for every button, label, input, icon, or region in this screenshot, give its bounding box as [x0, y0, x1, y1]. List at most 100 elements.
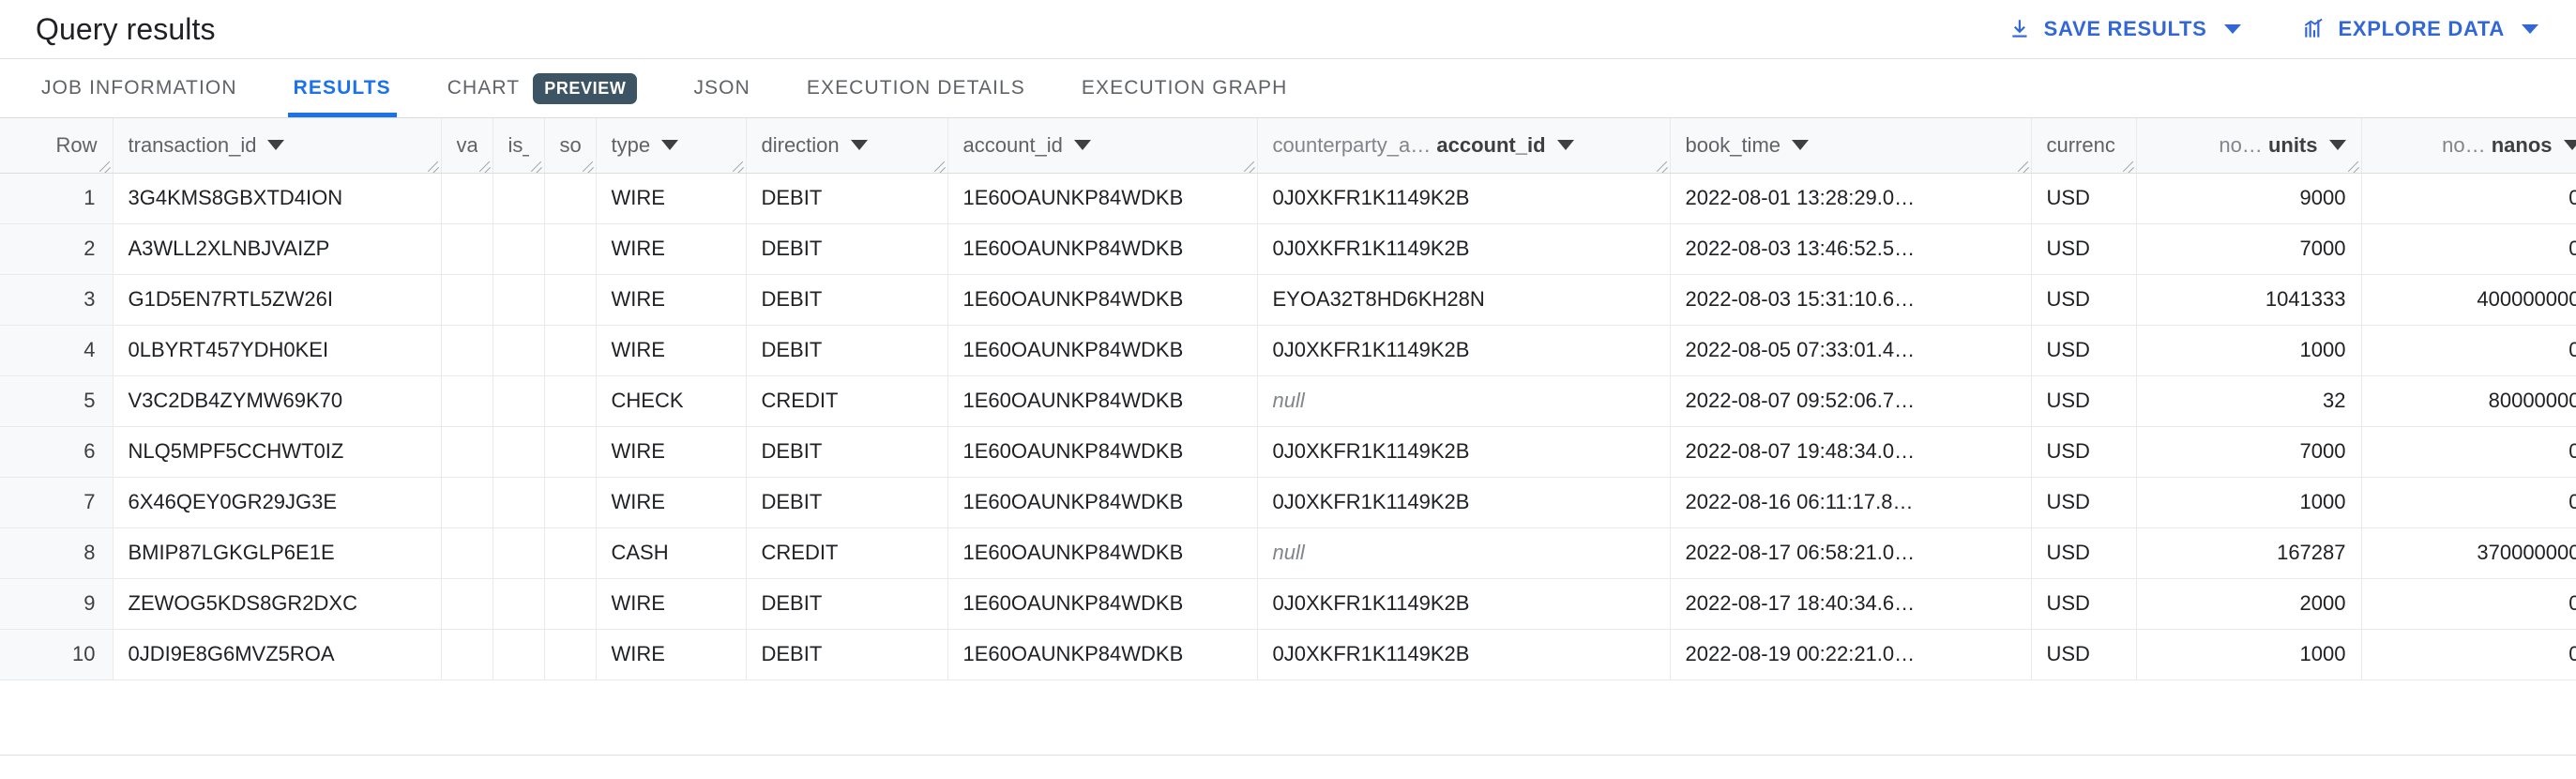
cell-book_time: 2022-08-01 13:28:29.0…	[1670, 173, 2032, 224]
table-row[interactable]: 5 V3C2DB4ZYMW69K70 CHECK CREDIT 1E60OAUNKP84…	[0, 375, 2576, 427]
tab-results[interactable]: RESULTS	[265, 59, 419, 117]
cell-nanos: 0	[2361, 325, 2576, 376]
sort-chevron-down-icon[interactable]	[2563, 140, 2576, 151]
cell-transaction_id: ZEWOG5KDS8GR2DXC	[113, 578, 442, 630]
sort-chevron-down-icon[interactable]	[661, 140, 679, 151]
sort-chevron-down-icon[interactable]	[1792, 140, 1810, 151]
table-row[interactable]: 1 3G4KMS8GBXTD4ION WIRE DEBIT 1E60OAUNKP84WD…	[0, 173, 2576, 224]
cell-account_id: 1E60OAUNKP84WDKB	[947, 477, 1258, 528]
cell-direction: DEBIT	[746, 477, 948, 528]
column-header-row[interactable]: Row	[0, 118, 114, 174]
cell-direction: DEBIT	[746, 173, 948, 224]
cell-transaction_id: V3C2DB4ZYMW69K70	[113, 375, 442, 427]
column-header-inner: direction	[762, 133, 932, 158]
column-resize-handle[interactable]	[477, 158, 491, 171]
tab-chart[interactable]: CHART PREVIEW	[419, 59, 666, 117]
cell-account_id: 1E60OAUNKP84WDKB	[947, 173, 1258, 224]
column-resize-handle[interactable]	[1655, 158, 1668, 171]
column-resize-handle[interactable]	[426, 158, 439, 171]
column-header-currency[interactable]: currenc	[2031, 118, 2137, 174]
tab-job-information[interactable]: JOB INFORMATION	[13, 59, 265, 117]
column-resize-handle[interactable]	[2346, 158, 2359, 171]
column-resize-handle[interactable]	[529, 158, 542, 171]
page-title: Query results	[36, 11, 216, 46]
cell-row: 1	[0, 173, 114, 224]
cell-type: WIRE	[596, 629, 747, 680]
column-header-account_id[interactable]: account_id	[947, 118, 1258, 174]
column-resize-handle[interactable]	[731, 158, 744, 171]
column-header-nanos[interactable]: no… nanos	[2361, 118, 2576, 174]
cell-currency: USD	[2031, 426, 2137, 478]
cell-cp_account_id: 0J0XKFR1K1149K2B	[1257, 426, 1671, 478]
column-resize-handle[interactable]	[2121, 158, 2134, 171]
table-row[interactable]: 7 6X46QEY0GR29JG3E WIRE DEBIT 1E60OAUNKP84WD…	[0, 477, 2576, 528]
cell-direction: DEBIT	[746, 629, 948, 680]
column-header-inner: transaction_id	[129, 133, 426, 158]
cell-cp_account_id: 0J0XKFR1K1149K2B	[1257, 223, 1671, 275]
sort-chevron-down-icon[interactable]	[1556, 140, 1574, 151]
column-header-transaction_id[interactable]: transaction_id	[113, 118, 442, 174]
column-resize-handle[interactable]	[1242, 158, 1255, 171]
cell-is_	[492, 274, 545, 326]
cell-va	[441, 325, 493, 376]
cell-type: WIRE	[596, 426, 747, 478]
column-header-so[interactable]: so	[544, 118, 597, 174]
column-header-book_time[interactable]: book_time	[1670, 118, 2032, 174]
next-page-button[interactable]	[2493, 771, 2544, 779]
cell-currency: USD	[2031, 223, 2137, 275]
cell-va	[441, 477, 493, 528]
table-row[interactable]: 6 NLQ5MPF5CCHWT0IZ WIRE DEBIT 1E60OAUNKP84WD…	[0, 426, 2576, 478]
tab-execution-details[interactable]: EXECUTION DETAILS	[779, 59, 1053, 117]
column-header-name: units	[2267, 132, 2318, 157]
cell-account_id: 1E60OAUNKP84WDKB	[947, 527, 1258, 579]
first-page-button[interactable]	[2373, 771, 2424, 779]
sort-chevron-down-icon[interactable]	[267, 140, 285, 151]
table-row[interactable]: 2 A3WLL2XLNBJVAIZP WIRE DEBIT 1E60OAUNKP84WD…	[0, 223, 2576, 275]
cell-is_	[492, 426, 545, 478]
column-header-inner: account_id	[963, 133, 1242, 158]
cell-direction: DEBIT	[746, 223, 948, 275]
preview-badge: PREVIEW	[533, 72, 638, 104]
save-results-button[interactable]: SAVE RESULTS	[2005, 11, 2245, 47]
sort-chevron-down-icon[interactable]	[850, 140, 868, 151]
cell-va	[441, 274, 493, 326]
sort-chevron-down-icon[interactable]	[2328, 140, 2346, 151]
cell-units: 7000	[2136, 223, 2362, 275]
column-resize-handle[interactable]	[2016, 158, 2029, 171]
table-row[interactable]: 8 BMIP87LGKGLP6E1E CASH CREDIT 1E60OAUNKP84W…	[0, 527, 2576, 579]
cell-so	[544, 426, 597, 478]
cell-units: 1000	[2136, 325, 2362, 376]
results-table-container[interactable]: Row transaction_id va is_ so type direction acc…	[0, 118, 2576, 755]
cell-units: 9000	[2136, 173, 2362, 224]
cell-va	[441, 426, 493, 478]
column-header-is_[interactable]: is_	[492, 118, 545, 174]
previous-page-button[interactable]	[2433, 771, 2484, 779]
cell-direction: DEBIT	[746, 274, 948, 326]
tab-json[interactable]: JSON	[665, 59, 778, 117]
cell-book_time: 2022-08-19 00:22:21.0…	[1670, 629, 2032, 680]
column-header-va[interactable]: va	[441, 118, 493, 174]
cell-units: 2000	[2136, 578, 2362, 630]
column-header-inner: book_time	[1686, 133, 2016, 158]
table-row[interactable]: 10 0JDI9E8G6MVZ5ROA WIRE DEBIT 1E60OAUNKP84W…	[0, 629, 2576, 680]
cell-nanos: 0	[2361, 223, 2576, 275]
sort-chevron-down-icon[interactable]	[1073, 140, 1091, 151]
table-row[interactable]: 9 ZEWOG5KDS8GR2DXC WIRE DEBIT 1E60OAUNKP84WD…	[0, 578, 2576, 630]
tab-execution-graph[interactable]: EXECUTION GRAPH	[1053, 59, 1316, 117]
column-resize-handle[interactable]	[932, 158, 946, 171]
cell-book_time: 2022-08-05 07:33:01.4…	[1670, 325, 2032, 376]
column-header-type[interactable]: type	[596, 118, 747, 174]
column-header-label: no… units	[2219, 133, 2317, 158]
cell-nanos: 0	[2361, 173, 2576, 224]
table-row[interactable]: 4 0LBYRT457YDH0KEI WIRE DEBIT 1E60OAUNKP84WD…	[0, 325, 2576, 376]
column-resize-handle[interactable]	[98, 158, 111, 171]
cell-currency: USD	[2031, 375, 2137, 427]
results-table: Row transaction_id va is_ so type direction acc…	[0, 118, 2576, 680]
column-header-direction[interactable]: direction	[746, 118, 948, 174]
table-row[interactable]: 3 G1D5EN7RTL5ZW26I WIRE DEBIT 1E60OAUNKP84WD…	[0, 274, 2576, 326]
cell-so	[544, 375, 597, 427]
explore-data-button[interactable]: EXPLORE DATA	[2297, 11, 2542, 47]
column-resize-handle[interactable]	[581, 158, 594, 171]
column-header-cp_account_id[interactable]: counterparty_a… account_id	[1257, 118, 1671, 174]
column-header-units[interactable]: no… units	[2136, 118, 2362, 174]
